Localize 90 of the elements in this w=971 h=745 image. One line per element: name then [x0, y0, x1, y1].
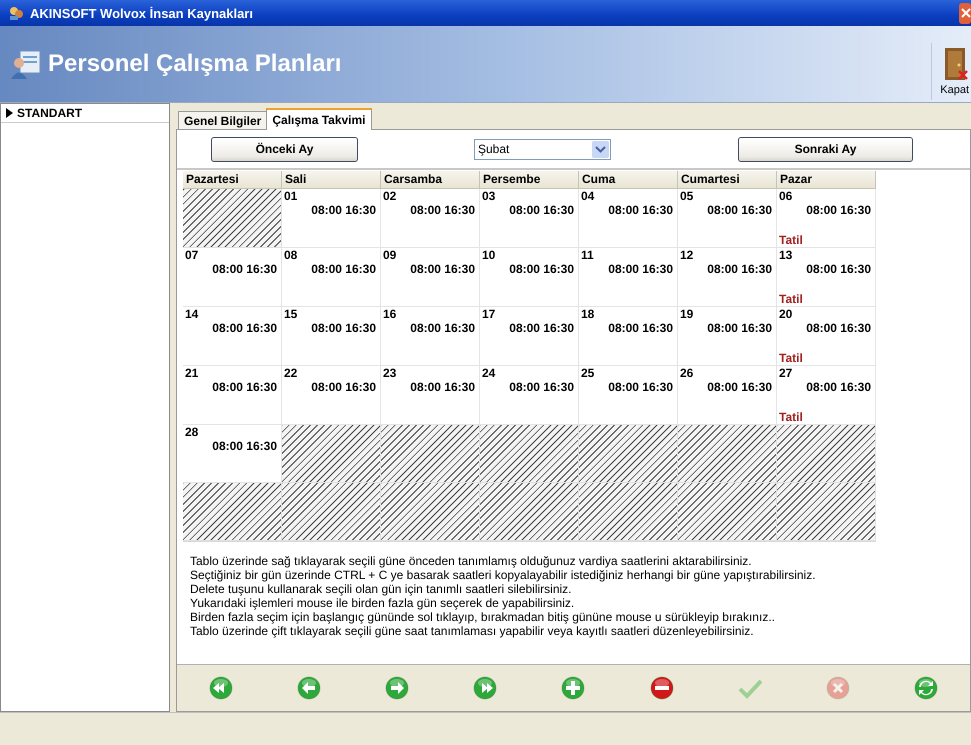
day-number: 24 [482, 366, 496, 380]
instruction-text: Tablo üzerinde çift tıklayarak seçili güne saat tanımlaması yapabilir veya kayıtlı saatleri düzenleyebilirsiniz. [190, 624, 755, 638]
shift-hours: 08:00 16:30 [211, 262, 278, 276]
shift-hours: 08:00 16:30 [211, 321, 278, 335]
instruction-text: Delete tuşunu kullanarak seçili olan gün için tanımlı saatleri silebilirsiniz. [190, 582, 573, 596]
day-number: 06 [779, 189, 794, 203]
day-number: 26 [680, 366, 694, 380]
shift-hours: 08:00 16:30 [805, 321, 872, 335]
day-number: 02 [383, 189, 398, 203]
day-number: 13 [779, 248, 794, 262]
refresh-icon[interactable] [914, 676, 938, 700]
shift-hours: 08:00 16:30 [409, 203, 476, 217]
tab[interactable]: Çalışma Takvimi [266, 108, 372, 130]
instruction-text: Yukarıdaki işlemleri mouse ile birden fazla gün seçerek de yapabilirsiniz. [190, 596, 576, 610]
day-number: 01 [284, 189, 298, 203]
day-number: 18 [581, 307, 596, 321]
day-number: 28 [185, 425, 200, 439]
column-header: Sali [282, 171, 381, 189]
day-number: 14 [185, 307, 200, 321]
minus-icon[interactable] [650, 676, 674, 700]
page-title: Personel Çalışma Planları [48, 50, 342, 78]
day-number: 15 [284, 307, 298, 321]
day-number: 17 [482, 307, 496, 321]
day-number: 07 [185, 248, 200, 262]
people-icon [10, 48, 42, 80]
previous-month-button[interactable]: Önceki Ay [211, 136, 358, 162]
shift-hours: 08:00 16:30 [409, 380, 476, 394]
shift-hours: 08:00 16:30 [805, 262, 872, 276]
shift-hours: 08:00 16:30 [706, 380, 773, 394]
day-number: 11 [581, 248, 595, 262]
shift-hours: 08:00 16:30 [409, 321, 476, 335]
close-icon[interactable] [959, 2, 971, 24]
month-dropdown[interactable]: Şubat [474, 138, 611, 160]
plus-icon[interactable] [561, 676, 586, 700]
day-number: 12 [680, 248, 694, 262]
shift-hours: 08:00 16:30 [805, 203, 872, 217]
day-number: 10 [482, 248, 496, 262]
day-number: 22 [284, 366, 298, 380]
shift-hours: 08:00 16:30 [706, 203, 773, 217]
day-number: 08 [284, 248, 298, 262]
next-month-button[interactable]: Sonraki Ay [738, 136, 913, 162]
holiday-label: Tatil [779, 292, 804, 306]
shift-hours: 08:00 16:30 [310, 321, 377, 335]
shift-hours: 08:00 16:30 [706, 262, 773, 276]
day-number: 25 [581, 366, 596, 380]
instruction-text: Seçtiğiniz bir gün üzerinde CTRL + C ye basarak saatleri kopyalayabilir istediğiniz herhangi bir güne yapıştırabilirsiniz. [190, 568, 817, 582]
instruction-text: Tablo üzerinde sağ tıklayarak seçili güne önceden tanımlamış olduğunuz vardiya saatlerini aktarabilirsiniz. [190, 554, 753, 568]
shift-hours: 08:00 16:30 [706, 321, 773, 335]
holiday-label: Tatil [779, 351, 804, 365]
column-header: Pazartesi [183, 171, 282, 189]
shift-hours: 08:00 16:30 [508, 380, 575, 394]
shift-hours: 08:00 16:30 [508, 203, 575, 217]
shift-hours: 08:00 16:30 [310, 262, 377, 276]
shift-hours: 08:00 16:30 [607, 380, 674, 394]
shift-hours: 08:00 16:30 [409, 262, 476, 276]
day-number: 19 [680, 307, 694, 321]
day-number: 16 [383, 307, 398, 321]
day-number: 27 [779, 366, 794, 380]
instruction-text: Birden fazla seçim için başlangıç gününde sol tıklayıp, bırakmadan bitiş gününe mouse u sürükleyip bırakınız.. [190, 610, 776, 624]
day-number: 21 [185, 366, 200, 380]
shift-hours: 08:00 16:30 [508, 321, 575, 335]
shift-hours: 08:00 16:30 [211, 439, 278, 453]
day-number: 04 [581, 189, 596, 203]
day-number: 20 [779, 307, 794, 321]
tab[interactable]: Genel Bilgiler [178, 111, 268, 130]
day-number: 05 [680, 189, 694, 203]
day-number: 03 [482, 189, 496, 203]
shift-hours: 08:00 16:30 [211, 380, 278, 394]
window-title: AKINSOFT Wolvox İnsan Kaynakları [30, 6, 253, 20]
shift-hours: 08:00 16:30 [310, 380, 377, 394]
day-number: 09 [383, 248, 398, 262]
holiday-label: Tatil [779, 233, 804, 247]
column-header: Pazar [777, 171, 876, 189]
column-header: Cumartesi [678, 171, 777, 189]
shift-hours: 08:00 16:30 [508, 262, 575, 276]
shift-hours: 08:00 16:30 [607, 321, 674, 335]
column-header: Persembe [480, 171, 579, 189]
app-icon [8, 5, 24, 21]
shift-hours: 08:00 16:30 [607, 262, 674, 276]
close-button[interactable]: Kapat [931, 42, 971, 100]
shift-hours: 08:00 16:30 [607, 203, 674, 217]
shift-hours: 08:00 16:30 [310, 203, 377, 217]
fast-forward-icon[interactable] [473, 676, 498, 700]
shift-hours: 08:00 16:30 [805, 380, 872, 394]
rewind-icon[interactable] [209, 676, 234, 700]
column-header: Carsamba [381, 171, 480, 189]
row-pointer-icon [5, 108, 13, 118]
day-number: 23 [383, 366, 398, 380]
holiday-label: Tatil [779, 410, 804, 424]
column-header: Cuma [579, 171, 678, 189]
